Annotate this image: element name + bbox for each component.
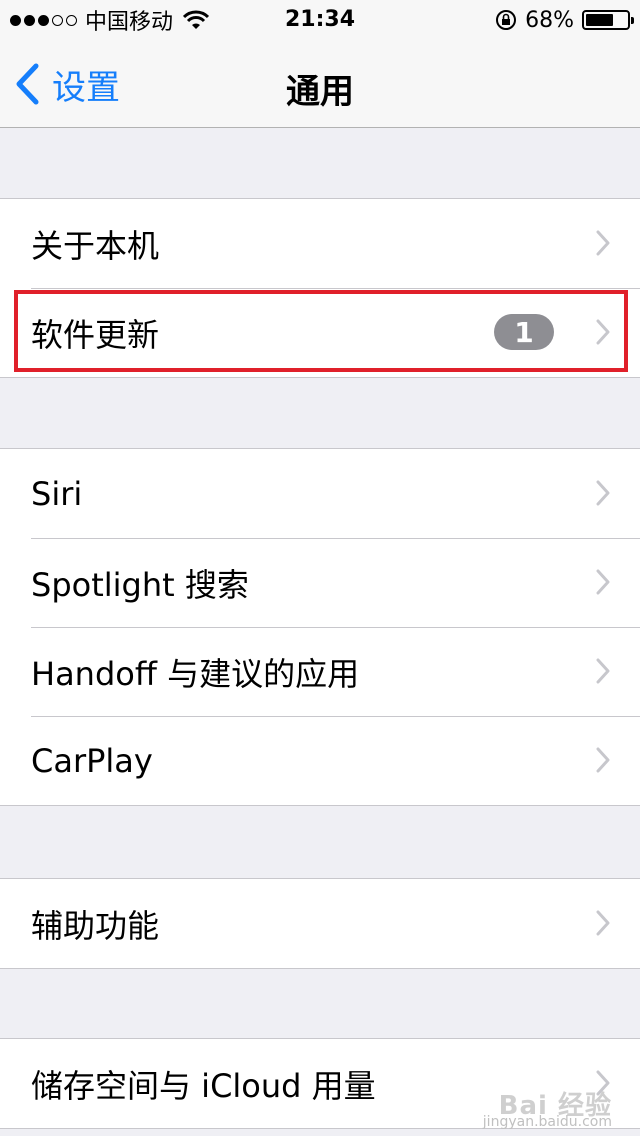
status-bar: 中国移动 21:34 68% <box>0 0 640 40</box>
watermark-url: jingyan.baidu.com <box>482 1114 612 1130</box>
row-label: Siri <box>31 474 83 513</box>
row-label: 储存空间与 iCloud 用量 <box>31 1066 376 1105</box>
list-item-accessibility[interactable]: 辅助功能 <box>0 879 640 968</box>
chevron-right-icon <box>596 658 610 684</box>
list-item-software-update[interactable]: 软件更新 1 <box>0 288 640 377</box>
row-label: 软件更新 <box>31 315 160 354</box>
list-item-siri[interactable]: Siri <box>0 449 640 538</box>
list-item-handoff[interactable]: Handoff 与建议的应用 <box>0 627 640 716</box>
row-label: CarPlay <box>31 741 153 780</box>
battery-level <box>586 14 614 26</box>
chevron-right-icon <box>596 480 610 506</box>
navigation-bar: 设置 通用 <box>0 40 640 128</box>
watermark-logo: Bai 经验 <box>498 1091 612 1121</box>
chevron-right-icon <box>596 569 610 595</box>
row-label: 辅助功能 <box>31 906 160 945</box>
settings-group-about: 关于本机 软件更新 1 <box>0 198 640 378</box>
row-label: Handoff 与建议的应用 <box>31 654 360 693</box>
status-right: 68% <box>495 7 634 33</box>
rotation-lock-icon <box>496 10 517 30</box>
settings-group-features: Siri Spotlight 搜索 Handoff 与建议的应用 CarPlay <box>0 448 640 806</box>
row-label: 关于本机 <box>31 226 160 265</box>
chevron-right-icon <box>596 747 610 773</box>
battery-percent: 68% <box>525 7 574 33</box>
list-item-spotlight[interactable]: Spotlight 搜索 <box>0 538 640 627</box>
watermark: Bai 经验 jingyan.baidu.com <box>482 1091 612 1130</box>
row-label: Spotlight 搜索 <box>31 565 249 604</box>
page-title: 通用 <box>286 72 354 112</box>
list-item-carplay[interactable]: CarPlay <box>0 716 640 805</box>
update-count-badge: 1 <box>494 314 554 350</box>
settings-group-accessibility: 辅助功能 <box>0 878 640 969</box>
chevron-right-icon <box>596 319 610 345</box>
list-item-about[interactable]: 关于本机 <box>0 199 640 288</box>
chevron-right-icon <box>596 910 610 936</box>
chevron-right-icon <box>596 230 610 256</box>
battery-icon <box>582 10 634 30</box>
